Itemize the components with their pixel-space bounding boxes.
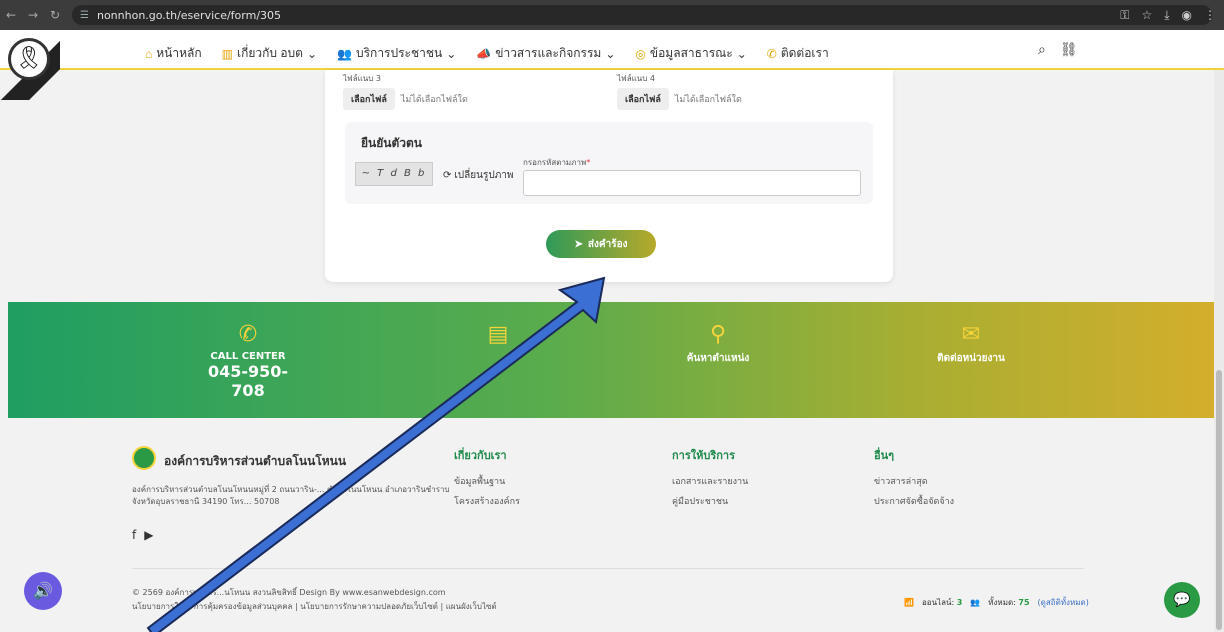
star-icon[interactable]: ☆ — [1141, 8, 1152, 23]
footer-link[interactable]: ข้อมูลพื้นฐาน — [454, 474, 520, 488]
contact-agency[interactable]: ✉ ติดต่อหน่วยงาน — [916, 322, 1026, 366]
find-location[interactable]: ⚲ ค้นหาตำแหน่ง — [668, 322, 768, 366]
online-icon: 📶 — [904, 598, 914, 607]
envelope-icon: ✉ — [961, 322, 981, 347]
footer-col-about: เกี่ยวกับเรา ข้อมูลพื้นฐาน โครงสร้างองค์… — [454, 449, 520, 508]
url-text: nonnhon.go.th/eservice/form/305 — [96, 8, 282, 22]
copyright: © 2569 องค์การบริหาร...นโหนน สงวนลิขสิทธ… — [132, 586, 497, 614]
chat-icon: 💬 — [1173, 592, 1191, 608]
facebook-icon[interactable]: f — [132, 528, 136, 542]
nav-services[interactable]: 👥 บริการประชาชน ⌄ — [337, 44, 456, 63]
nav-news[interactable]: 📣 ข่าวสารและกิจกรรม ⌄ — [476, 44, 615, 63]
site-footer: องค์การบริหารส่วนตำบลโนนโหนน องค์การบริห… — [0, 418, 1224, 632]
contact-band: ✆ CALL CENTER 045-950-708 ▤ ⚲ ค้นหาตำแหน… — [8, 302, 1216, 418]
verify-title: ยืนยันตัวตน — [361, 136, 422, 150]
captcha-image: ~ T d B b — [355, 162, 433, 186]
footer-link[interactable]: คู่มือประชาชน — [672, 494, 748, 508]
phone-icon: ✆ — [766, 46, 777, 61]
file4-label: ไฟล์แนบ 4 — [617, 74, 655, 83]
nav-about[interactable]: ▥ เกี่ยวกับ อบต ⌄ — [222, 44, 317, 63]
view-stats-link[interactable]: (ดูสถิติทั้งหมด) — [1038, 596, 1089, 609]
refresh-icon: ⟳ — [443, 170, 452, 181]
chevron-down-icon: ⌄ — [736, 46, 747, 61]
footer-link[interactable]: ข่าวสารล่าสุด — [874, 474, 954, 488]
chat-button[interactable]: 💬 — [1164, 582, 1200, 618]
chevron-down-icon: ⌄ — [306, 46, 318, 61]
visitor-stats: 📶 ออนไลน์: 3 👥 ทั้งหมด: 75 (ดูสถิติทั้งห… — [904, 596, 1089, 609]
youtube-icon[interactable]: ▶ — [144, 528, 153, 542]
file3-choose-button[interactable]: เลือกไฟล์ — [343, 88, 395, 110]
captcha-input-label: กรอกรหัสตามภาพ* — [523, 158, 591, 167]
download-icon[interactable]: ⤓ — [1164, 8, 1169, 23]
footer-col-other: อื่นๆ ข่าวสารล่าสุด ประกาศจัดซื้อจัดจ้าง — [874, 449, 955, 508]
phone-call-icon: ✆ — [238, 322, 258, 347]
main-menu: ⌂ หน้าหลัก ▥ เกี่ยวกับ อบต ⌄ 👥 บริการประชาชน… — [145, 44, 829, 63]
file4-status: ไม่ได้เลือกไฟล์ใด — [674, 95, 742, 105]
refresh-captcha-button[interactable]: ⟳ เปลี่ยนรูปภาพ — [443, 168, 514, 183]
file3-row: เลือกไฟล์ ไม่ได้เลือกไฟล์ใด — [343, 88, 468, 110]
menu-icon[interactable]: ⋮ — [1204, 8, 1216, 23]
back-icon[interactable]: ← — [0, 8, 22, 22]
key-icon[interactable]: ⚿ — [1120, 8, 1129, 23]
eservice-form-card: ไฟล์แนบ 3 เลือกไฟล์ ไม่ได้เลือกไฟล์ใด ไฟ… — [325, 70, 893, 282]
forward-icon[interactable]: → — [22, 8, 44, 22]
file3-status: ไม่ได้เลือกไฟล์ใด — [400, 95, 468, 105]
captcha-input[interactable] — [523, 170, 861, 196]
send-icon: ➤ — [574, 238, 583, 250]
nav-public-info[interactable]: ◎ ข้อมูลสาธารณะ ⌄ — [635, 44, 746, 63]
sound-button[interactable]: 🔊 — [24, 572, 62, 610]
file4-row: เลือกไฟล์ ไม่ได้เลือกไฟล์ใด — [617, 88, 742, 110]
chevron-down-icon: ⌄ — [446, 46, 457, 61]
address-bar[interactable]: ☰ nonnhon.go.th/eservice/form/305 — [72, 5, 1212, 25]
people-icon: 👥 — [337, 46, 352, 61]
footer-link[interactable]: ประกาศจัดซื้อจัดจ้าง — [874, 494, 954, 508]
band-col-documents[interactable]: ▤ — [448, 322, 548, 351]
call-center-number: 045-950-708 — [207, 362, 289, 400]
org-name: องค์การบริหารส่วนตำบลโนนโหนน — [164, 454, 347, 468]
sitemap-icon[interactable]: ⛓ — [1060, 42, 1078, 58]
mourning-ribbon: 🎗 — [0, 30, 60, 100]
search-icon[interactable]: ⌕ — [1038, 42, 1046, 58]
call-center[interactable]: ✆ CALL CENTER 045-950-708 — [198, 322, 298, 400]
building-icon: ▥ — [221, 46, 233, 61]
profile-icon[interactable]: ◉ — [1182, 8, 1192, 23]
footer-link[interactable]: โครงสร้างองค์กร — [454, 494, 520, 508]
site-settings-icon[interactable]: ☰ — [80, 10, 89, 21]
browser-toolbar: ← → ↻ ☰ nonnhon.go.th/eservice/form/305 … — [0, 0, 1224, 30]
footer-link[interactable]: เอกสารและรายงาน — [672, 474, 748, 488]
reload-icon[interactable]: ↻ — [44, 8, 66, 22]
nav-contact[interactable]: ✆ ติดต่อเรา — [767, 44, 829, 63]
database-icon: ◎ — [635, 46, 646, 61]
document-icon: ▤ — [487, 322, 509, 347]
megaphone-icon: 📣 — [476, 46, 492, 61]
footer-col-services: การให้บริการ เอกสารและรายงาน คู่มือประชา… — [672, 449, 749, 508]
file3-label: ไฟล์แนบ 3 — [343, 74, 381, 83]
home-icon: ⌂ — [145, 46, 153, 61]
map-pin-icon: ⚲ — [709, 322, 727, 347]
submit-request-button[interactable]: ➤ ส่งคำร้อง — [546, 230, 656, 258]
users-icon: 👥 — [970, 598, 981, 607]
org-logo — [132, 446, 156, 470]
chevron-down-icon: ⌄ — [605, 46, 616, 61]
org-address: องค์การบริหารส่วนตำบลโนนโหนนหมู่ที่ 2 ถน… — [132, 485, 450, 506]
policy-links[interactable]: นโยบายการใช้... การคุ้มครองข้อมูลส่วนบุค… — [132, 600, 497, 614]
ribbon-icon: 🎗 — [8, 38, 50, 80]
page-scrollbar[interactable] — [1214, 70, 1224, 632]
scrollbar-thumb[interactable] — [1216, 370, 1222, 630]
footer-divider — [132, 568, 1084, 569]
speaker-icon: 🔊 — [33, 581, 53, 600]
verify-section: ยืนยันตัวตน ~ T d B b ⟳ เปลี่ยนรูปภาพ กร… — [345, 122, 873, 204]
file4-choose-button[interactable]: เลือกไฟล์ — [617, 88, 669, 110]
nav-home[interactable]: ⌂ หน้าหลัก — [145, 44, 202, 63]
